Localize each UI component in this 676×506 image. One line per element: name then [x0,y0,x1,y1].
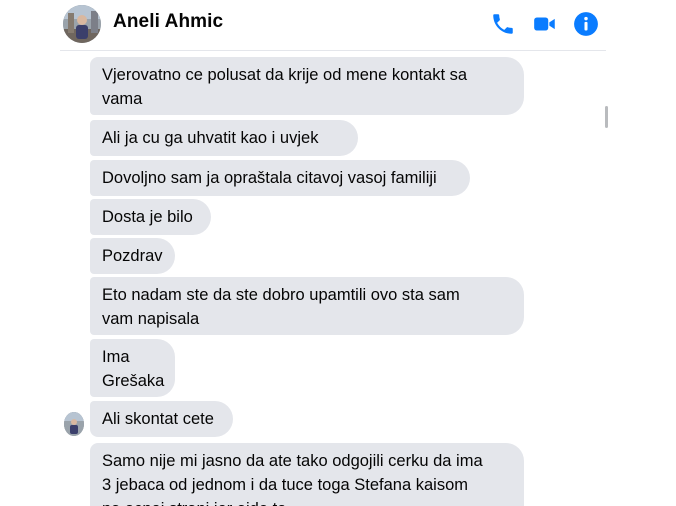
message-bubble[interactable]: Ima Grešaka [90,339,175,397]
scrollbar-thumb[interactable] [605,106,608,128]
message-bubble[interactable]: Eto nadam ste da ste dobro upamtili ovo … [90,277,524,335]
conversation-header: Aneli Ahmic [0,0,676,50]
message-bubble[interactable]: Samo nije mi jasno da ate tako odgojili … [90,443,524,506]
info-icon[interactable] [573,11,599,37]
message-list: Vjerovatno ce polusat da krije od mene k… [60,51,606,506]
message-bubble[interactable]: Dosta je bilo [90,199,211,235]
message-bubble[interactable]: Vjerovatno ce polusat da krije od mene k… [90,57,524,115]
message-bubble[interactable]: Ali ja cu ga uhvatit kao i uvjek [90,120,358,156]
video-camera-icon[interactable] [532,11,558,37]
contact-name[interactable]: Aneli Ahmic [113,11,223,33]
phone-icon[interactable] [490,11,516,37]
sender-avatar[interactable] [64,412,84,436]
message-bubble[interactable]: Ali skontat cete [90,401,233,437]
contact-avatar[interactable] [63,5,101,43]
message-bubble[interactable]: Dovoljno sam ja opraštala citavoj vasoj … [90,160,470,196]
message-bubble[interactable]: Pozdrav [90,238,175,274]
